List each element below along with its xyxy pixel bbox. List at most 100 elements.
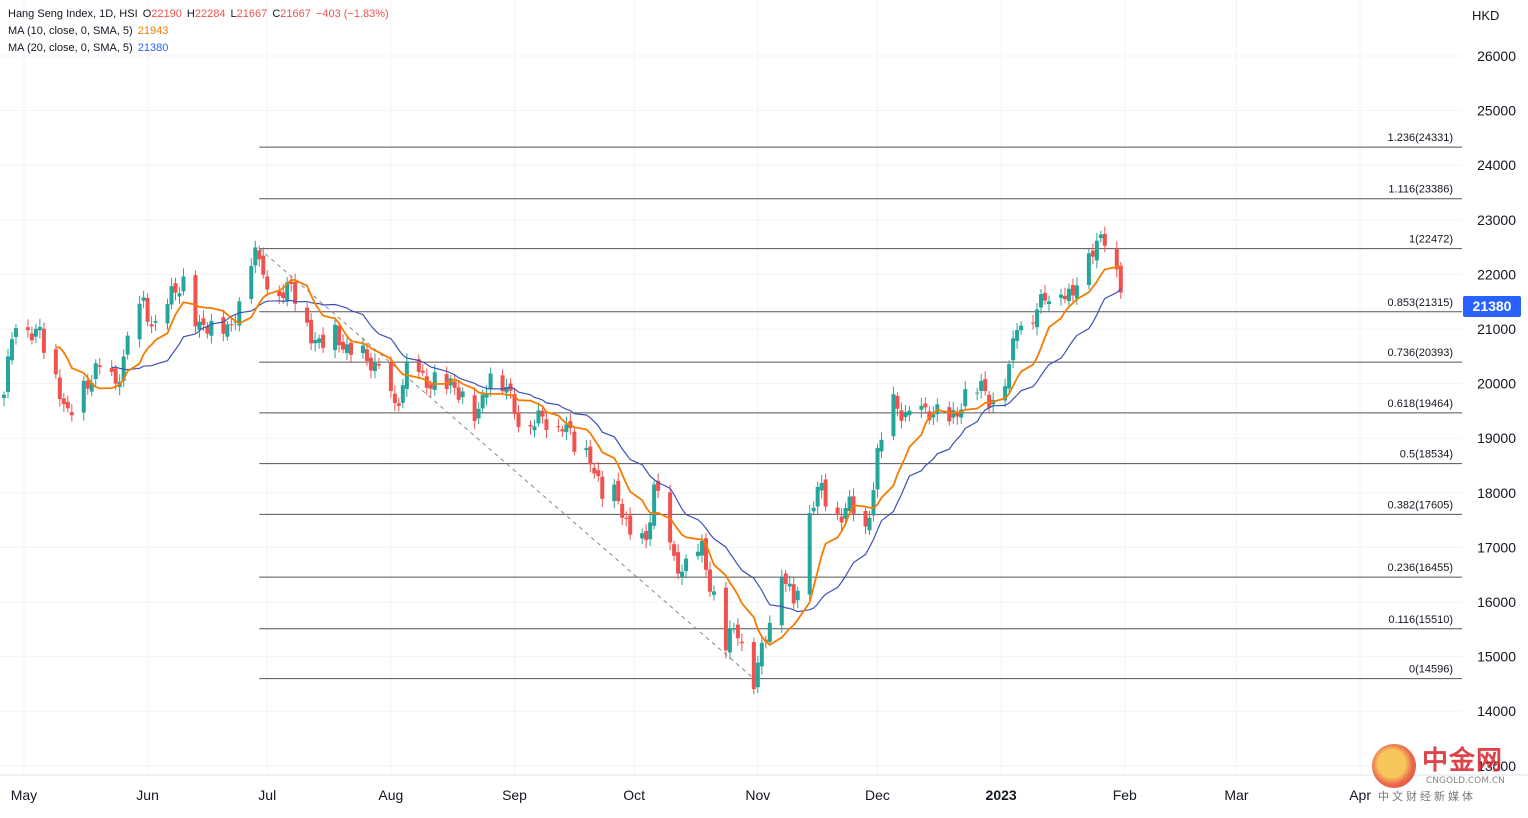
candle-body (364, 349, 369, 361)
x-tick-label: Mar (1224, 787, 1248, 803)
legend-ma20-label: MA (20, close, 0, SMA, 5) (8, 42, 133, 54)
candle-body (253, 247, 258, 266)
x-tick-label: Jul (258, 787, 276, 803)
candle-body (13, 328, 18, 337)
candle-body (735, 624, 740, 639)
candle-body (783, 573, 788, 584)
candle-body (337, 325, 342, 346)
legend-high-label: H (186, 8, 195, 20)
candle-body (596, 470, 601, 476)
candle-body (1070, 285, 1075, 296)
candle-body (1039, 294, 1044, 308)
y-tick-label: 17000 (1477, 539, 1516, 555)
candle-body (1035, 309, 1040, 328)
candle-body (341, 341, 346, 350)
candle-body (165, 304, 170, 324)
candle-body (345, 344, 350, 354)
candle-body (963, 389, 968, 407)
price-axis-bg (1462, 0, 1528, 813)
watermark: 中金网 CNGOLD.COM.CN 中文财经新媒体 (1368, 738, 1518, 808)
candle-body (528, 425, 533, 427)
legend-ma20-row[interactable]: MA (20, close, 0, SMA, 5) 21380 (8, 40, 389, 57)
x-tick-label: 2023 (986, 787, 1017, 803)
candle-body (177, 293, 182, 297)
fib-level-label: 0.736(20393) (1388, 347, 1453, 359)
candle-body (372, 361, 377, 372)
fib-level-label: 0(14596) (1409, 664, 1453, 676)
fib-level-label: 0.382(17605) (1388, 499, 1453, 511)
watermark-url: CNGOLD.COM.CN (1426, 776, 1505, 786)
candle-body (209, 320, 214, 336)
candle-body (97, 365, 102, 367)
candle-body (919, 405, 924, 410)
candle-body (149, 324, 154, 327)
candle-body (879, 439, 884, 452)
candle-body (261, 255, 266, 275)
y-tick-label: 15000 (1477, 649, 1516, 665)
candle-body (153, 320, 158, 323)
candle-body (53, 349, 58, 375)
candle-body (93, 363, 98, 380)
y-tick-label: 19000 (1477, 430, 1516, 446)
legend-ma10-row[interactable]: MA (10, close, 0, SMA, 5) 21943 (8, 23, 389, 40)
candle-body (903, 411, 908, 418)
x-tick-label: Nov (745, 787, 770, 803)
candle-body (1011, 338, 1016, 361)
candle-body (564, 424, 569, 433)
x-tick-label: Oct (623, 787, 645, 803)
candle-body (109, 368, 114, 372)
chart: 26000 25000 24000 23000 22000 21000 20000 19000… (0, 0, 1528, 813)
x-tick-label: Aug (378, 787, 403, 803)
candle-body (791, 584, 796, 604)
candle-body (616, 480, 621, 502)
candle-body (333, 324, 338, 351)
chart-canvas[interactable]: 26000 25000 24000 23000 22000 21000 20000 19000… (0, 0, 1528, 813)
candle-body (676, 552, 681, 574)
candle-body (313, 339, 318, 344)
candle-body (1062, 295, 1067, 300)
y-tick-label: 23000 (1477, 212, 1516, 228)
candle-body (807, 513, 812, 595)
candle-body (444, 374, 449, 390)
candle-body (871, 490, 876, 516)
candle-body (1058, 294, 1063, 298)
candle-body (173, 283, 178, 293)
y-tick-label: 25000 (1477, 103, 1516, 119)
candle-body (839, 516, 844, 523)
candle-body (592, 468, 597, 474)
candle-body (863, 510, 868, 527)
candle-body (392, 393, 397, 403)
candle-body (141, 297, 146, 301)
candle-body (472, 395, 477, 421)
candle-body (731, 628, 736, 630)
candle-body (1098, 234, 1103, 239)
legend-ma20-value: 21380 (137, 42, 169, 54)
candle-body (29, 333, 34, 341)
candle-body (249, 266, 254, 299)
candle-body (699, 540, 704, 556)
legend-high-value: 22284 (194, 8, 226, 20)
candle-body (711, 591, 716, 595)
legend-low-value: 21667 (236, 8, 268, 20)
candle-body (779, 577, 784, 626)
legend-change: −403 (−1.83%) (315, 8, 389, 20)
candle-body (376, 363, 381, 366)
candle-body (1094, 240, 1099, 261)
candle-body (197, 321, 202, 330)
candle-body (787, 583, 792, 587)
candle-body (628, 515, 633, 535)
candle-body (85, 380, 90, 389)
candle-body (572, 431, 577, 452)
candle-body (544, 419, 549, 430)
candle-body (69, 412, 74, 416)
fib-level-label: 1(22472) (1409, 234, 1453, 246)
candle-body (811, 507, 816, 512)
candle-body (1102, 233, 1107, 246)
candle-body (1031, 322, 1036, 324)
candle-body (1007, 364, 1012, 389)
candle-body (309, 319, 314, 344)
fib-level-label: 0.618(19464) (1388, 398, 1453, 410)
legend-ma10-label: MA (10, close, 0, SMA, 5) (8, 25, 133, 37)
candle-body (755, 662, 760, 688)
candle-body (843, 508, 848, 519)
